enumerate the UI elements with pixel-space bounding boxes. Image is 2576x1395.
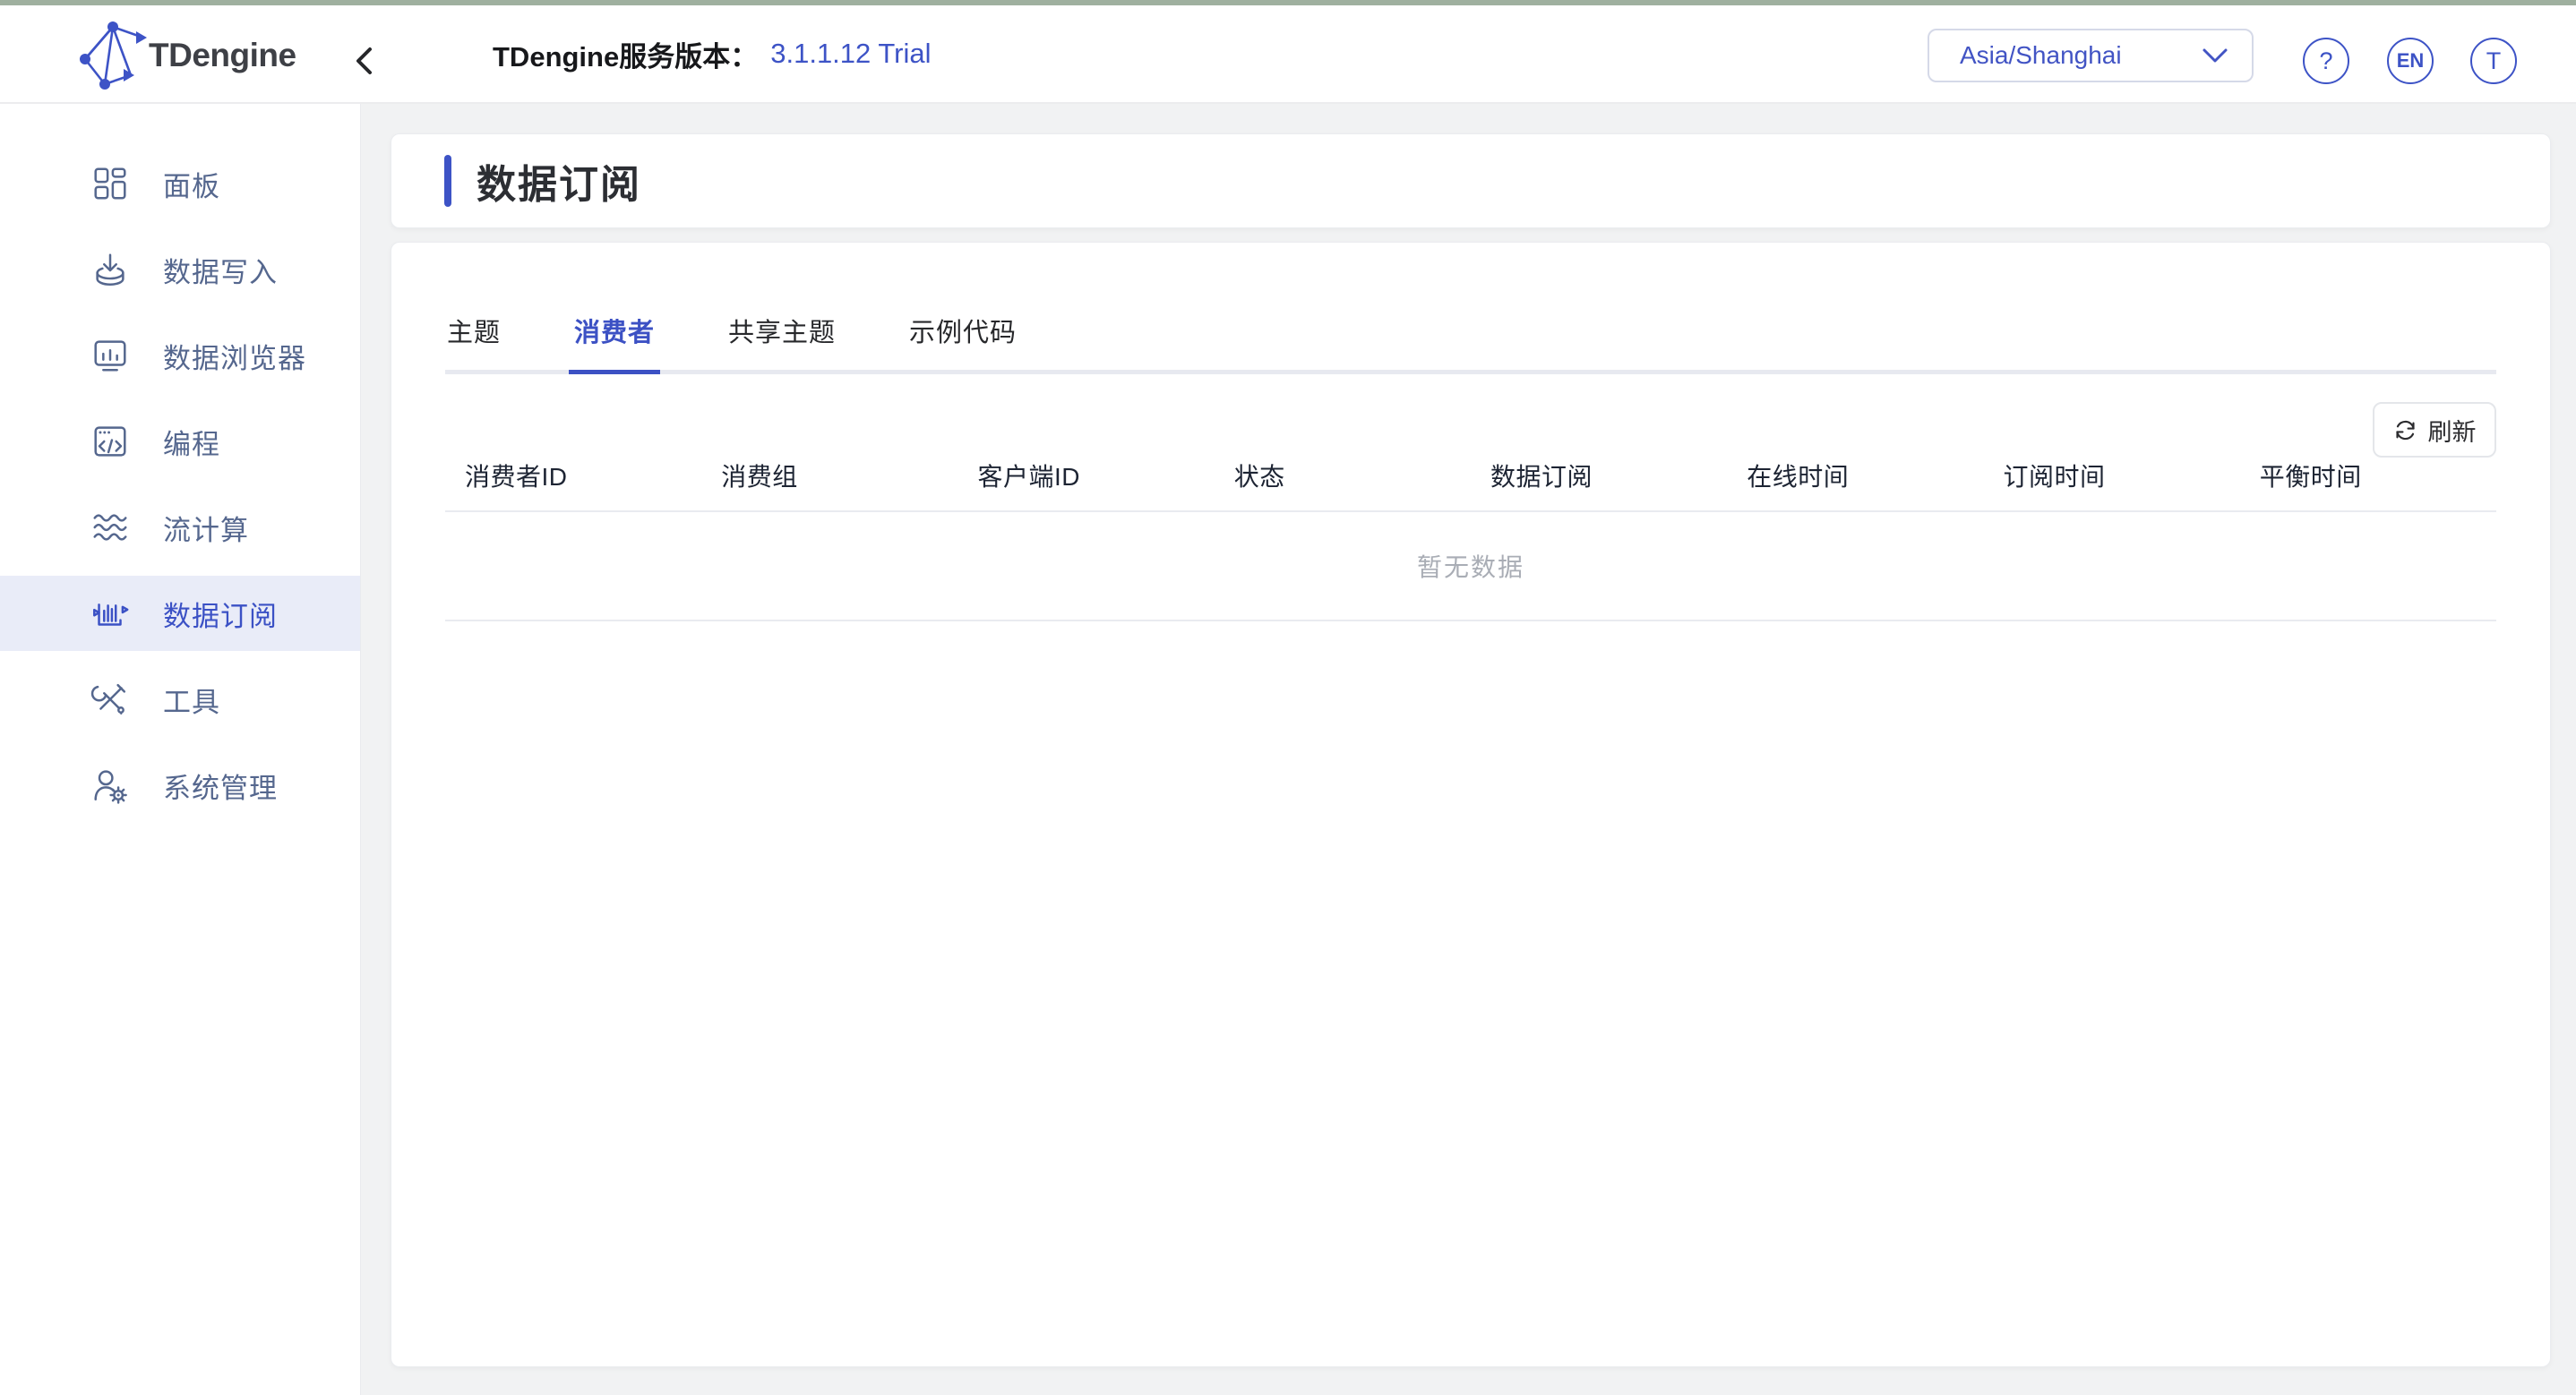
sidebar-item-data-in[interactable]: 数据写入 [0,232,360,307]
sidebar-item-dashboard[interactable]: 面板 [0,146,360,221]
chevron-down-icon [2202,47,2228,64]
sidebar-item-data-explorer[interactable]: 数据浏览器 [0,318,360,393]
dashboard-icon [90,163,131,204]
sidebar-item-label: 数据订阅 [163,594,278,634]
column-header-subscription: 数据订阅 [1471,458,1727,493]
sidebar-item-programming[interactable]: 编程 [0,404,360,479]
column-header-up-time: 在线时间 [1727,458,1983,493]
tab-bar: 主题 消费者 共享主题 示例代码 [445,243,2496,374]
column-header-status: 状态 [1215,458,1471,493]
service-version-title: TDengine服务版本： 3.1.1.12 Trial [493,5,931,102]
data-explorer-icon [90,335,131,376]
data-in-icon [90,249,131,290]
sidebar-item-tools[interactable]: 工具 [0,662,360,737]
service-version-label: TDengine服务版本： [493,34,758,74]
column-header-consumer-group: 消费组 [701,458,957,493]
tdengine-logo: TDengine [77,18,296,93]
column-header-rebalance-time: 平衡时间 [2240,458,2496,493]
sidebar-item-subscription[interactable]: 数据订阅 [0,576,360,651]
table-empty-row: 暂无数据 [445,512,2496,621]
language-label: EN [2397,49,2425,73]
sidebar-item-system[interactable]: 系统管理 [0,748,360,823]
timezone-value: Asia/Shanghai [1960,41,2202,70]
programming-icon [90,421,131,462]
sidebar-item-label: 系统管理 [163,766,278,806]
sidebar: 面板 数据写入 数据浏览器 编程 [0,104,361,1395]
help-icon: ? [2319,47,2332,75]
chevron-left-icon [352,45,375,77]
sidebar-item-label: 编程 [163,422,220,462]
subscription-panel: 主题 消费者 共享主题 示例代码 刷新 消费者ID 消费组 客户端ID 状态 数… [391,242,2551,1367]
page-title: 数据订阅 [477,152,641,210]
language-button[interactable]: EN [2387,38,2434,84]
tools-icon [90,679,131,720]
sidebar-item-label: 数据浏览器 [163,336,306,376]
empty-state-text: 暂无数据 [1417,548,1524,584]
help-button[interactable]: ? [2303,38,2349,84]
timezone-select[interactable]: Asia/Shanghai [1928,29,2254,82]
tdengine-logo-icon [77,19,159,92]
table-header-row: 消费者ID 消费组 客户端ID 状态 数据订阅 在线时间 订阅时间 平衡时间 [445,441,2496,512]
sidebar-item-label: 面板 [163,164,220,204]
subscription-icon [90,593,131,634]
user-avatar[interactable]: T [2470,38,2517,84]
sidebar-item-label: 数据写入 [163,250,278,290]
sidebar-item-stream[interactable]: 流计算 [0,490,360,565]
refresh-icon [2393,418,2417,442]
stream-icon [90,507,131,548]
title-accent-bar [444,155,451,207]
sidebar-item-label: 工具 [163,680,220,720]
system-icon [90,765,131,806]
sidebar-item-label: 流计算 [163,508,249,548]
tab-shared-topics[interactable]: 共享主题 [726,318,837,370]
tab-topics[interactable]: 主题 [445,318,502,370]
column-header-consumer-id: 消费者ID [445,458,701,493]
page-title-card: 数据订阅 [391,133,2551,228]
navbar: TDengine TDengine服务版本： 3.1.1.12 Trial As… [0,5,2576,104]
column-header-subscribe-time: 订阅时间 [1984,458,2240,493]
refresh-button[interactable]: 刷新 [2373,402,2496,458]
tab-consumers[interactable]: 消费者 [572,318,657,370]
logo-wordmark: TDengine [149,37,296,74]
avatar-initial: T [2486,47,2502,75]
refresh-label: 刷新 [2428,413,2477,448]
tab-sample-code[interactable]: 示例代码 [907,318,1018,370]
sidebar-collapse-button[interactable] [344,41,383,81]
column-header-client-id: 客户端ID [958,458,1215,493]
service-version-value[interactable]: 3.1.1.12 Trial [770,38,931,70]
